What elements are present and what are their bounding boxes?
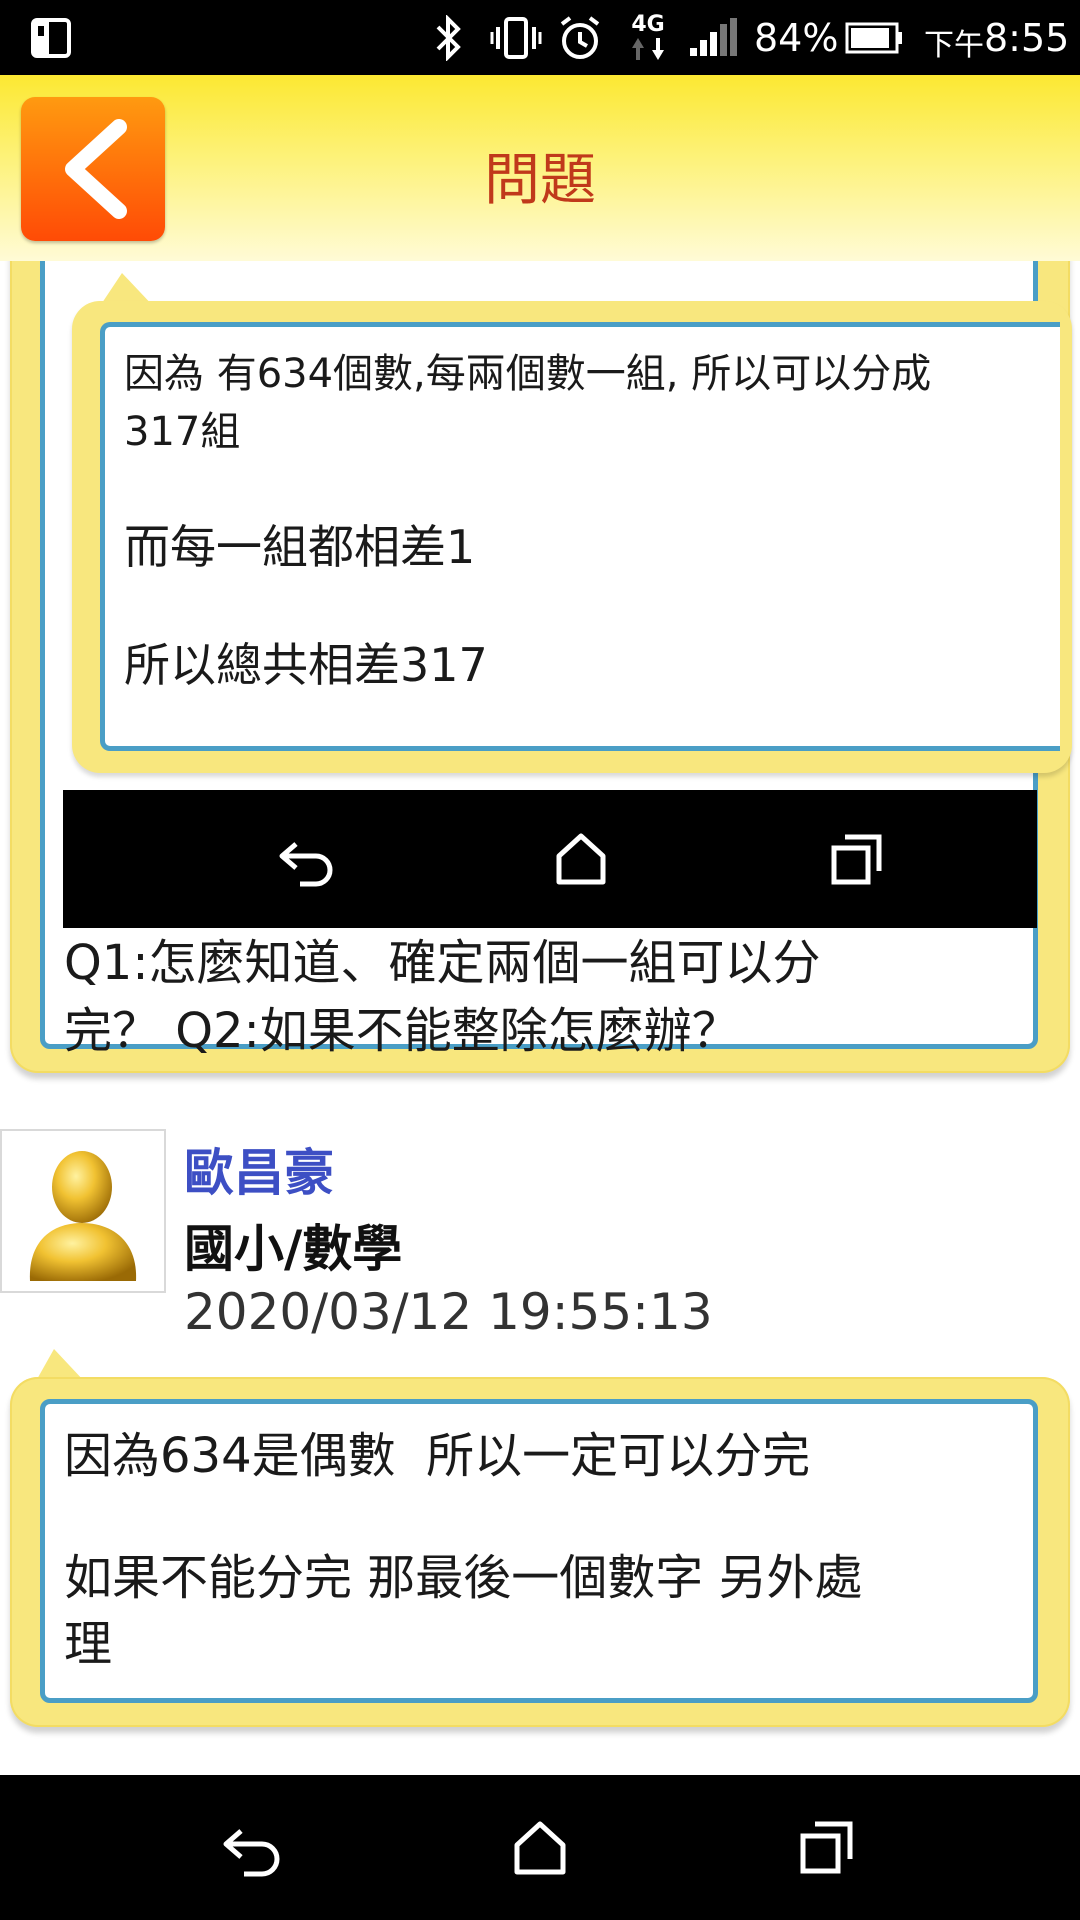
vibrate-icon <box>490 0 542 75</box>
sim-icon <box>30 0 72 75</box>
question-line-1: Q1:怎麼知道、確定兩個一組可以分 <box>64 935 821 991</box>
network-4g-icon: 4G <box>630 0 666 75</box>
answer-line-3: 而每一組都相差1 <box>124 520 476 574</box>
page-title: 問題 <box>484 148 596 213</box>
nav-back-button[interactable] <box>193 1775 313 1920</box>
subject-label: 國小/數學 <box>184 1220 403 1278</box>
back-arrow-icon <box>279 842 333 887</box>
answer-line-1: 因為 有634個數,每兩個數一組, 所以可以分成 <box>124 351 932 397</box>
system-nav-bar <box>0 1775 1080 1920</box>
recents-icon <box>800 1821 853 1873</box>
alarm-icon <box>556 0 604 75</box>
user-avatar-icon <box>29 1151 137 1281</box>
battery-percent: 84% <box>754 15 839 60</box>
app-header: 問題 <box>0 75 1080 261</box>
battery-icon <box>845 0 903 75</box>
reply-line-3: 理 <box>64 1616 113 1672</box>
bluetooth-icon <box>434 0 464 75</box>
home-icon <box>556 833 606 885</box>
question-line-2: 完？ Q2:如果不能整除怎麼辦？ <box>64 1003 740 1059</box>
thread-content[interactable]: 因為 有634個數,每兩個數一組, 所以可以分成 317組 而每一組都相差1 所… <box>0 261 1080 1775</box>
reply-line-1: 因為634是偶數 所以一定可以分完 <box>64 1428 811 1484</box>
avatar[interactable] <box>0 1129 166 1293</box>
signal-icon <box>688 0 738 75</box>
post-timestamp: 2020/03/12 19:55:13 <box>184 1283 713 1341</box>
author-name[interactable]: 歐昌豪 <box>184 1133 334 1205</box>
reply-line-2: 如果不能分完 那最後一個數字 另外處 <box>64 1550 863 1606</box>
embedded-nav-image <box>63 790 1037 928</box>
recents-icon <box>831 834 882 885</box>
nav-home-button[interactable] <box>480 1775 600 1920</box>
answer-line-2: 317組 <box>124 409 241 455</box>
nav-recents-button[interactable] <box>767 1775 887 1920</box>
answer-line-4: 所以總共相差317 <box>124 638 488 692</box>
home-icon <box>514 1821 566 1874</box>
back-icon <box>223 1828 280 1876</box>
status-bar: 4G 84% 下午 8:55 <box>0 0 1080 75</box>
clock: 下午 8:55 <box>924 15 1070 63</box>
